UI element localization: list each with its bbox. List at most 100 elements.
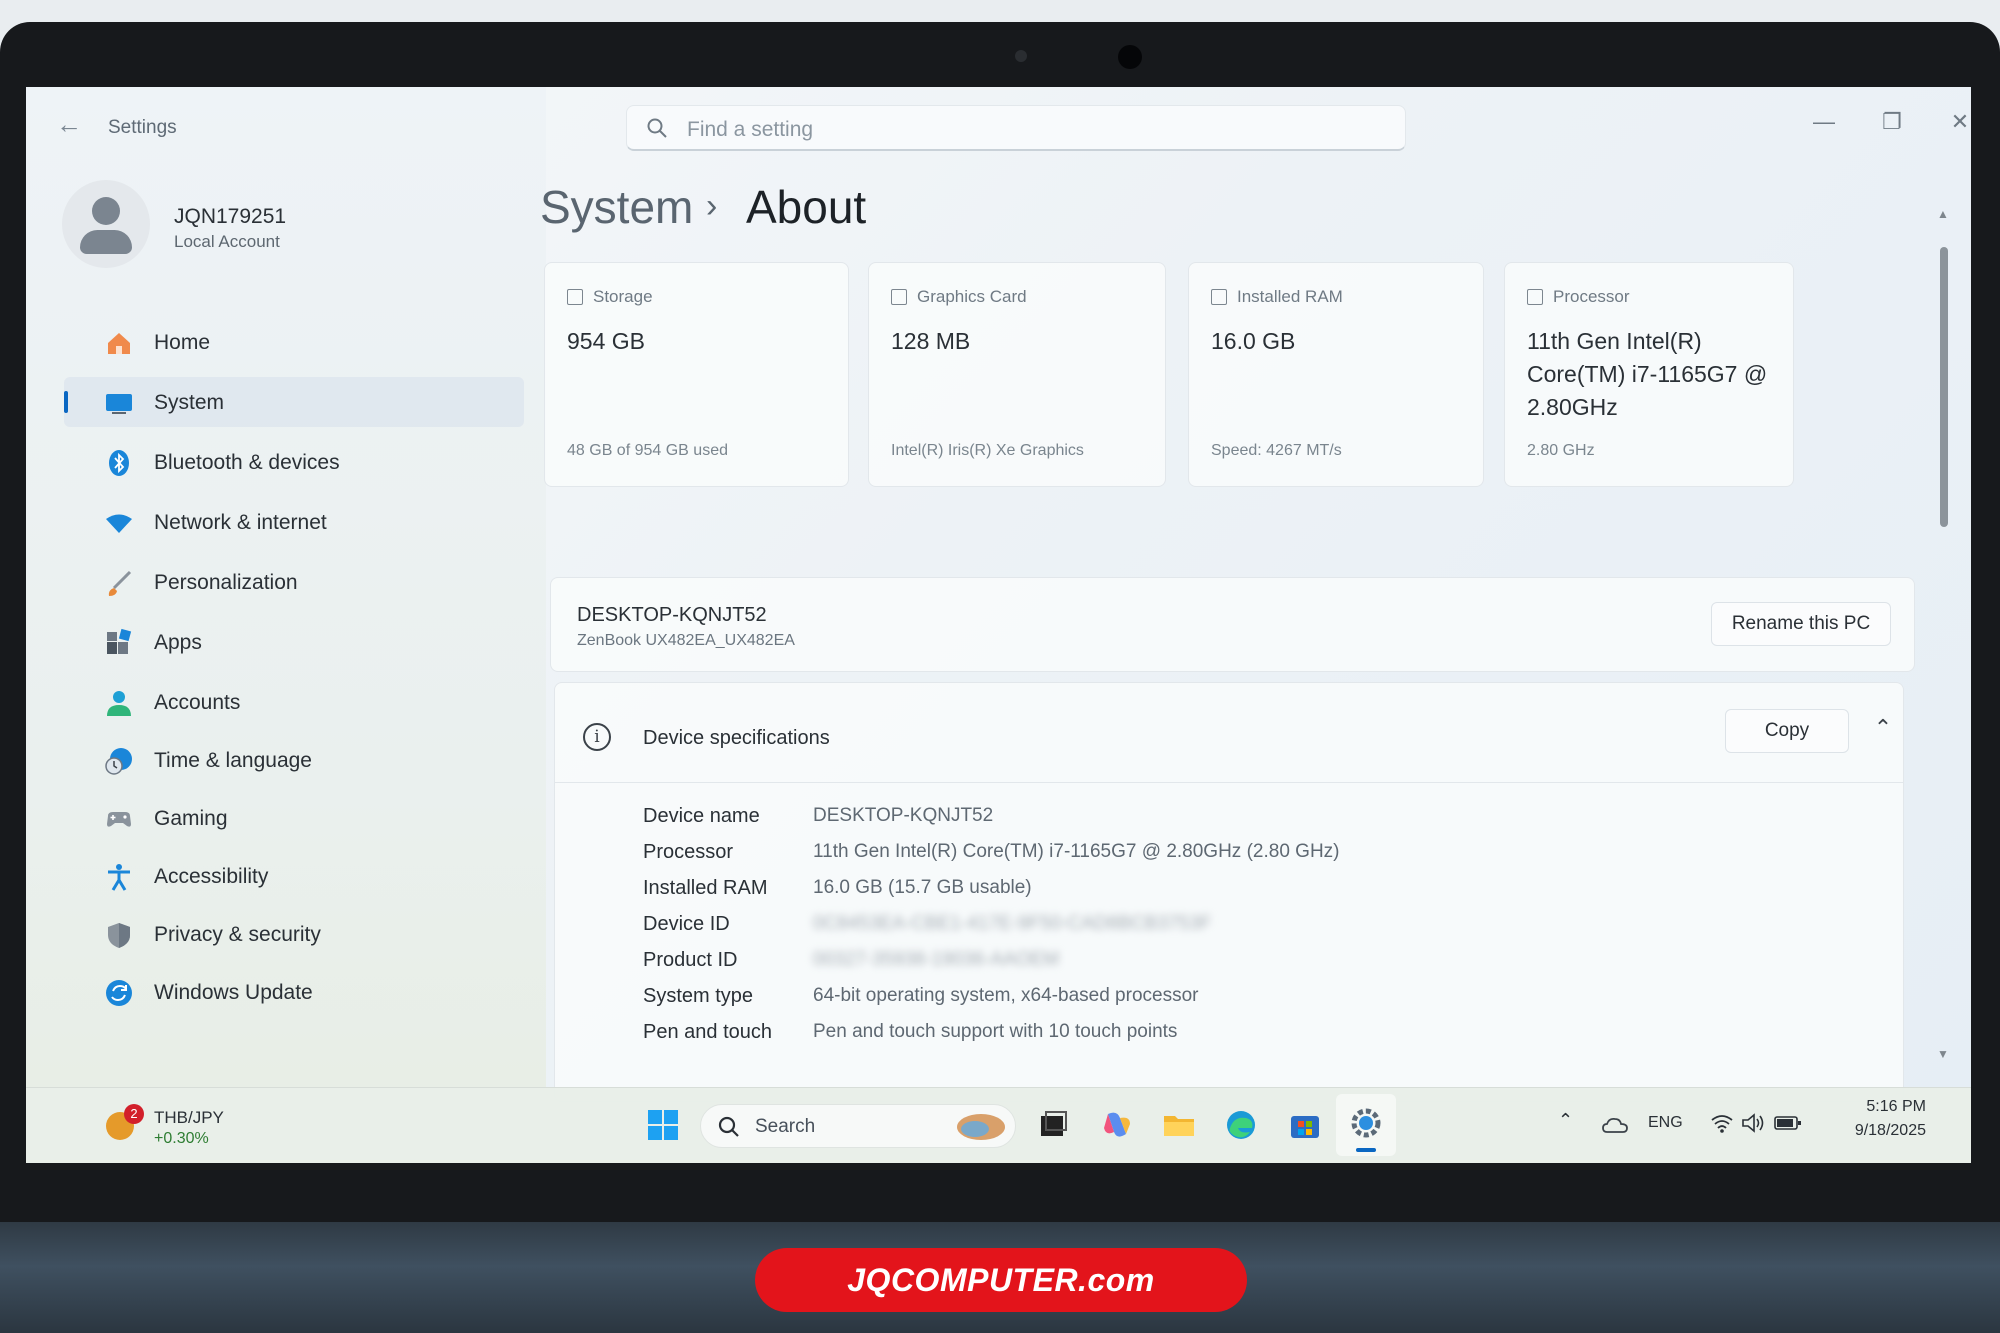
processor-icon xyxy=(1527,289,1543,305)
webcam xyxy=(1118,45,1142,69)
sidebar-item-gaming[interactable]: Gaming xyxy=(64,793,524,843)
sidebar-item-label: Accounts xyxy=(154,691,241,714)
spec-key: Pen and touch xyxy=(643,1021,772,1043)
sidebar-item-label: Apps xyxy=(154,631,202,654)
clock-date[interactable]: 9/18/2025 xyxy=(1816,1122,1926,1140)
avatar[interactable] xyxy=(62,180,150,268)
storage-card[interactable]: Storage 954 GB 48 GB of 954 GB used xyxy=(544,262,849,487)
card-footer: Intel(R) Iris(R) Xe Graphics xyxy=(891,442,1084,459)
brush-icon xyxy=(108,570,132,596)
settings-app-active[interactable] xyxy=(1336,1094,1396,1156)
app-title: Settings xyxy=(108,117,177,138)
chevron-up-icon[interactable]: ⌃ xyxy=(1868,715,1898,745)
sidebar-item-time-language[interactable]: Time & language xyxy=(64,735,524,785)
task-view-icon[interactable] xyxy=(1036,1108,1070,1142)
scrollbar-thumb[interactable] xyxy=(1940,247,1948,527)
scroll-up-icon[interactable]: ▲ xyxy=(1937,207,1949,221)
installed-ram-card[interactable]: Installed RAM 16.0 GB Speed: 4267 MT/s xyxy=(1188,262,1484,487)
title-bar: ← Settings Find a setting — ❐ ✕ xyxy=(26,87,1971,151)
spec-key: System type xyxy=(643,985,754,1007)
onedrive-icon[interactable] xyxy=(1602,1114,1628,1136)
spec-value-redacted: 0C8453EA-CBE1-417E-9F50-CAD8BCB3753F xyxy=(813,913,1212,934)
card-title: Graphics Card xyxy=(917,287,1027,306)
wifi-icon xyxy=(106,514,132,533)
spec-value-redacted: 00327-35938-19036-AAOEM xyxy=(813,949,1060,970)
microsoft-store-icon[interactable] xyxy=(1288,1108,1322,1142)
minimize-icon[interactable]: — xyxy=(1804,107,1844,137)
chevron-up-icon[interactable]: ⌃ xyxy=(1558,1110,1573,1131)
spec-row: Device ID 0C8453EA-CBE1-417E-9F50-CAD8BC… xyxy=(643,913,1843,943)
clock-time[interactable]: 5:16 PM xyxy=(1836,1098,1926,1116)
sidebar-item-apps[interactable]: Apps xyxy=(64,617,524,667)
start-icon[interactable] xyxy=(646,1108,680,1142)
sidebar-item-label: Home xyxy=(154,331,211,354)
home-icon xyxy=(108,333,130,354)
breadcrumb-system[interactable]: System xyxy=(540,180,693,234)
device-specifications-panel: i Device specifications Copy ⌃ Device na… xyxy=(554,682,1904,1102)
sidebar-item-privacy[interactable]: Privacy & security xyxy=(64,909,524,959)
sidebar-item-label: Windows Update xyxy=(154,981,313,1004)
sidebar-item-home[interactable]: Home xyxy=(64,317,524,367)
processor-card[interactable]: Processor 11th Gen Intel(R) Core(TM) i7-… xyxy=(1504,262,1794,487)
sidebar-item-bluetooth[interactable]: Bluetooth & devices xyxy=(64,437,524,487)
user-name: JQN179251 xyxy=(174,205,287,228)
close-icon[interactable]: ✕ xyxy=(1940,107,1971,137)
sensor-dot xyxy=(1015,50,1027,62)
device-specifications-title: Device specifications xyxy=(643,727,830,749)
sidebar-item-accounts[interactable]: Accounts xyxy=(64,677,524,727)
card-title: Processor xyxy=(1553,287,1630,306)
sidebar-item-system[interactable]: System xyxy=(64,377,524,427)
widget-title[interactable]: THB/JPY xyxy=(154,1108,224,1128)
card-footer: 2.80 GHz xyxy=(1527,442,1595,459)
apps-icon xyxy=(107,628,132,654)
scroll-down-icon[interactable]: ▼ xyxy=(1937,1047,1949,1061)
card-value: 128 MB xyxy=(891,328,971,354)
spec-value: Pen and touch support with 10 touch poin… xyxy=(813,1021,1178,1042)
file-explorer-icon[interactable] xyxy=(1162,1108,1196,1142)
accessibility-icon xyxy=(108,864,130,891)
speaker-icon[interactable] xyxy=(1740,1112,1766,1134)
card-header: Storage xyxy=(567,287,653,307)
copy-button[interactable]: Copy xyxy=(1725,709,1849,753)
widget-value: +0.30% xyxy=(154,1130,209,1147)
pc-name: DESKTOP-KQNJT52 xyxy=(577,604,767,626)
back-arrow-icon[interactable]: ← xyxy=(54,109,84,139)
language-indicator[interactable]: ENG xyxy=(1648,1114,1683,1132)
sidebar-item-windows-update[interactable]: Windows Update xyxy=(64,967,524,1017)
copilot-icon[interactable] xyxy=(1100,1108,1134,1142)
sidebar-item-label: Time & language xyxy=(154,749,312,772)
restore-icon[interactable]: ❐ xyxy=(1872,107,1912,137)
card-value: 954 GB xyxy=(567,328,645,354)
spec-key: Device ID xyxy=(643,913,730,935)
card-header: Installed RAM xyxy=(1211,287,1343,307)
taskbar-search[interactable]: Search xyxy=(700,1104,1016,1148)
rename-pc-button[interactable]: Rename this PC xyxy=(1711,602,1891,646)
spec-row: Processor 11th Gen Intel(R) Core(TM) i7-… xyxy=(643,841,1843,871)
sidebar-item-network[interactable]: Network & internet xyxy=(64,497,524,547)
card-header: Graphics Card xyxy=(891,287,1027,307)
sidebar-item-personalization[interactable]: Personalization xyxy=(64,557,524,607)
pc-name-row: DESKTOP-KQNJT52 ZenBook UX482EA_UX482EA … xyxy=(550,577,1915,672)
battery-icon[interactable] xyxy=(1774,1114,1802,1132)
graphics-card-card[interactable]: Graphics Card 128 MB Intel(R) Iris(R) Xe… xyxy=(868,262,1166,487)
edge-browser-icon[interactable] xyxy=(1224,1108,1258,1142)
spec-key: Installed RAM xyxy=(643,877,768,899)
sidebar-item-label: Network & internet xyxy=(154,511,327,534)
spec-row: Pen and touch Pen and touch support with… xyxy=(643,1021,1843,1051)
info-icon: i xyxy=(583,723,611,751)
pc-model: ZenBook UX482EA_UX482EA xyxy=(577,632,795,649)
card-footer: Speed: 4267 MT/s xyxy=(1211,442,1342,459)
sidebar-item-label: Privacy & security xyxy=(154,923,321,946)
settings-window: ← Settings Find a setting — ❐ ✕ JQN17925… xyxy=(26,87,1971,1163)
find-setting-search[interactable]: Find a setting xyxy=(626,105,1406,151)
sidebar-item-accessibility[interactable]: Accessibility xyxy=(64,851,524,901)
sidebar-item-label: Accessibility xyxy=(154,865,269,888)
spec-row: Installed RAM 16.0 GB (15.7 GB usable) xyxy=(643,877,1843,907)
spec-row: Device name DESKTOP-KQNJT52 xyxy=(643,805,1843,835)
shield-icon xyxy=(108,923,130,948)
device-specifications-header[interactable]: i Device specifications Copy ⌃ xyxy=(555,683,1903,783)
watermark-banner: JQCOMPUTER.com xyxy=(755,1248,1247,1312)
spec-value: 11th Gen Intel(R) Core(TM) i7-1165G7 @ 2… xyxy=(813,841,1340,862)
wifi-icon[interactable] xyxy=(1710,1112,1734,1134)
search-highlight-icon xyxy=(957,1114,1005,1140)
